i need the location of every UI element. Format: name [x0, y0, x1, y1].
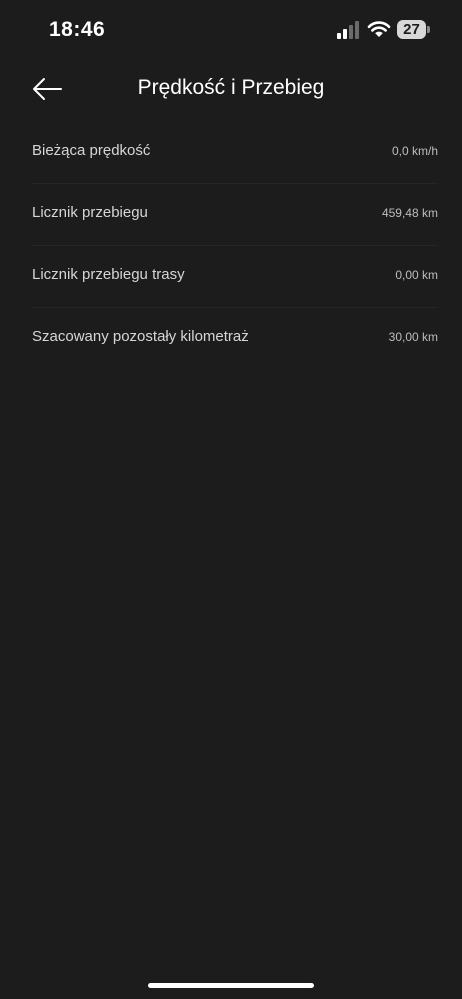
- list-item-current-speed: Bieżąca prędkość 0,0 km/h: [32, 122, 438, 184]
- cellular-signal-icon: [337, 21, 363, 39]
- list-item-label: Szacowany pozostały kilometraż: [32, 328, 249, 345]
- list-item-value: 459,48 km: [381, 206, 438, 220]
- page-title: Prędkość i Przebieg: [137, 76, 325, 99]
- list-item-estimated-range: Szacowany pozostały kilometraż 30,00 km: [32, 308, 438, 369]
- list-item-value: 0,0 km/h: [391, 144, 438, 158]
- list-item-value: 30,00 km: [388, 330, 438, 344]
- list-item-odometer: Licznik przebiegu 459,48 km: [32, 184, 438, 246]
- list-item-label: Licznik przebiegu trasy: [32, 266, 185, 283]
- battery-level: 27: [403, 21, 420, 38]
- list-item-value: 0,00 km: [395, 268, 438, 282]
- header: Prędkość i Przebieg: [0, 64, 462, 114]
- status-time: 18:46: [49, 18, 106, 41]
- stats-list: Bieżąca prędkość 0,0 km/h Licznik przebi…: [0, 122, 462, 369]
- battery-icon: 27: [397, 20, 431, 40]
- list-item-label: Bieżąca prędkość: [32, 142, 151, 159]
- status-bar: 18:46 27: [0, 0, 462, 60]
- wifi-icon: [367, 21, 391, 37]
- home-indicator[interactable]: [148, 983, 314, 988]
- list-item-label: Licznik przebiegu: [32, 204, 148, 221]
- list-item-trip-odometer: Licznik przebiegu trasy 0,00 km: [32, 246, 438, 308]
